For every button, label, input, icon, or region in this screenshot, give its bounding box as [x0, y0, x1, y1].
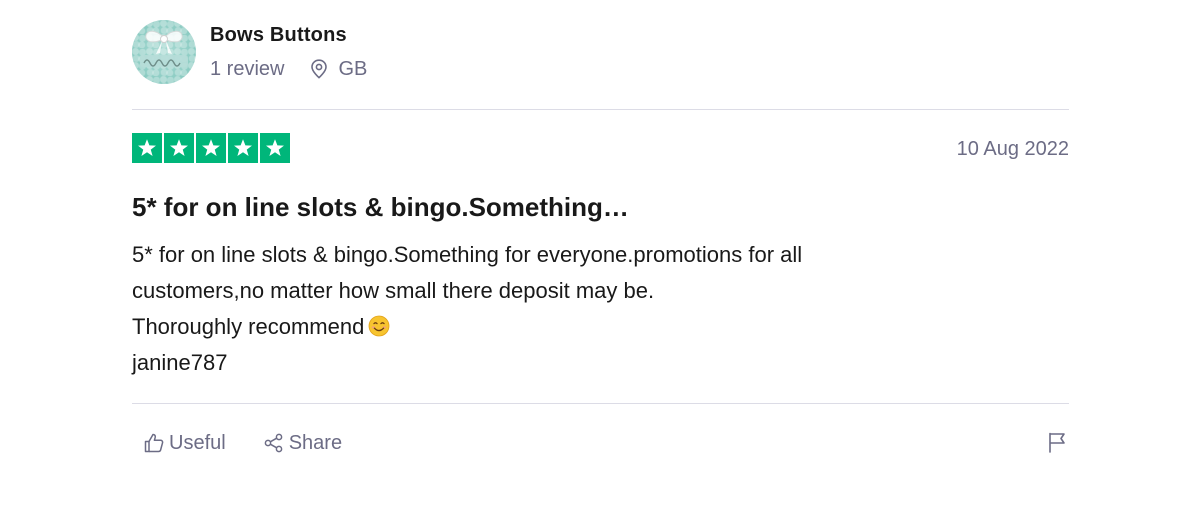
star-icon [260, 133, 290, 163]
bow-logo-icon [140, 30, 188, 67]
reviewer-header: Bows Buttons 1 review GB [132, 20, 367, 84]
reviewer-name[interactable]: Bows Buttons [210, 22, 367, 48]
footer-divider [132, 403, 1069, 404]
review-body-text: Thoroughly recommend [132, 314, 365, 339]
smiling-emoji-icon [368, 312, 390, 337]
review-card: Bows Buttons 1 review GB 10 Aug 2022 5* … [132, 0, 1069, 508]
rating-row: 10 Aug 2022 [132, 133, 1069, 165]
location-pin-icon [310, 58, 330, 80]
useful-label: Useful [169, 432, 226, 454]
review-actions: Useful Share [142, 430, 378, 456]
review-body-line: 5* for on line slots & bingo.Something f… [132, 242, 803, 267]
review-body-line: janine787 [132, 350, 228, 375]
report-flag-button[interactable] [1045, 431, 1069, 457]
star-icon [196, 133, 226, 163]
reviewer-avatar[interactable] [132, 20, 196, 84]
useful-button[interactable]: Useful [142, 430, 226, 456]
star-icon [164, 133, 194, 163]
star-icon [132, 133, 162, 163]
thumbs-up-icon [142, 431, 166, 455]
reviewer-country: GB [338, 58, 368, 80]
share-label: Share [288, 432, 343, 454]
star-icon [228, 133, 258, 163]
reviews-count: 1 review [210, 58, 285, 80]
review-body-line: customers,no matter how small there depo… [132, 278, 655, 303]
review-title[interactable]: 5* for on line slots & bingo.Something… [132, 191, 629, 223]
flag-icon [1047, 431, 1067, 458]
header-divider [132, 109, 1069, 110]
review-body: 5* for on line slots & bingo.Something f… [132, 237, 1032, 381]
star-rating [132, 133, 1069, 163]
review-date: 10 Aug 2022 [956, 138, 1069, 160]
share-icon [262, 431, 286, 455]
review-body-line: Thoroughly recommend [132, 309, 1032, 345]
share-button[interactable]: Share [262, 430, 342, 456]
